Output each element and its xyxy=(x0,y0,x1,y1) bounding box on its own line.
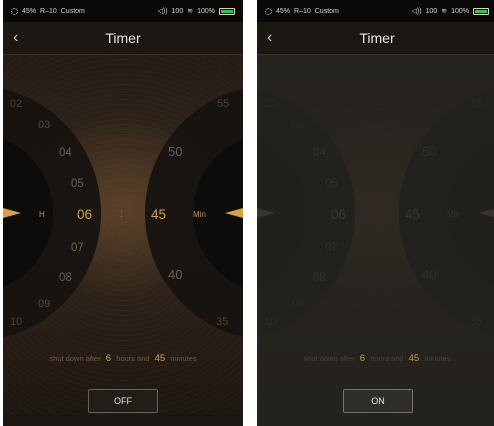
status-bar: 45% R–10 Custom ◁)) 100 ≋ 100% xyxy=(257,0,494,22)
status-bar: 45% R–10 Custom ◁)) 100 ≋ 100% xyxy=(3,0,243,22)
title-bar: ‹ Timer xyxy=(257,22,494,55)
minute-option[interactable]: 55 xyxy=(217,98,229,110)
summary-prefix: shut down after xyxy=(303,354,355,363)
hour-option[interactable]: 08 xyxy=(59,272,72,284)
summary-suffix: minutes xyxy=(170,354,197,363)
brightness-icon xyxy=(11,7,18,15)
wifi-icon: ≋ xyxy=(441,8,448,15)
summary-middle: hours and xyxy=(116,354,150,363)
summary-middle: hours and xyxy=(370,354,404,363)
hour-option[interactable]: 03 xyxy=(38,119,50,131)
hour-option[interactable]: 07 xyxy=(71,242,84,254)
time-separator: : xyxy=(120,208,123,220)
battery-icon xyxy=(219,7,235,15)
status-battery-percent: 45% xyxy=(276,7,291,15)
hour-option[interactable]: 09 xyxy=(38,298,50,310)
minute-selected[interactable]: 45 xyxy=(151,207,166,222)
off-button[interactable]: OFF xyxy=(88,389,158,413)
minute-option[interactable]: 35 xyxy=(216,316,228,328)
status-eq-mode: Custom xyxy=(314,7,339,15)
hour-unit-label: H xyxy=(39,210,45,219)
summary-prefix: shut down after xyxy=(49,354,101,363)
wifi-icon: ≋ xyxy=(187,8,194,15)
summary-suffix: minutes xyxy=(424,354,451,363)
timer-dials: 02 03 04 05 06 07 08 09 10 H : 55 50 45 … xyxy=(3,85,243,341)
hour-wheel[interactable]: 02 03 04 05 06 07 08 09 10 H xyxy=(3,85,101,341)
status-preset: R–10 xyxy=(294,7,311,15)
status-preset: R–10 xyxy=(40,7,57,15)
status-eq-mode: Custom xyxy=(60,7,85,15)
back-icon[interactable]: ‹ xyxy=(267,29,272,47)
minute-option[interactable]: 50 xyxy=(168,144,182,159)
page-title: Timer xyxy=(105,30,141,46)
summary-hours: 6 xyxy=(359,353,366,364)
shutdown-summary: shut down after 6 hours and 45 minutes xyxy=(3,353,243,364)
status-battery: 100% xyxy=(197,7,215,15)
hour-option[interactable]: 10 xyxy=(10,316,22,328)
summary-minutes: 45 xyxy=(408,353,420,364)
battery-icon xyxy=(473,7,489,15)
summary-minutes: 45 xyxy=(154,353,166,364)
back-icon[interactable]: ‹ xyxy=(13,29,18,47)
hour-option[interactable]: 04 xyxy=(59,147,72,159)
hour-option[interactable]: 05 xyxy=(71,178,84,190)
status-battery: 100% xyxy=(451,7,469,15)
page-title: Timer xyxy=(359,30,395,46)
summary-hours: 6 xyxy=(105,353,112,364)
volume-icon: ◁)) xyxy=(157,8,168,15)
timer-screen-active: 45% R–10 Custom ◁)) 100 ≋ 100% ‹ Timer 0… xyxy=(3,0,243,426)
status-battery-percent: 45% xyxy=(22,7,37,15)
shutdown-summary: shut down after 6 hours and 45 minutes xyxy=(257,353,494,364)
title-bar: ‹ Timer xyxy=(3,22,243,55)
status-volume: 100 xyxy=(171,7,184,15)
volume-icon: ◁)) xyxy=(411,8,422,15)
brightness-icon xyxy=(265,7,272,15)
minute-unit-label: Min xyxy=(193,210,206,219)
hour-option[interactable]: 02 xyxy=(10,98,22,110)
status-volume: 100 xyxy=(425,7,438,15)
disabled-overlay xyxy=(257,55,494,426)
hour-selected[interactable]: 06 xyxy=(77,207,92,222)
on-button[interactable]: ON xyxy=(343,389,413,413)
minute-wheel[interactable]: 55 50 45 40 35 Min xyxy=(145,85,243,341)
timer-screen-disabled: 45% R–10 Custom ◁)) 100 ≋ 100% ‹ Timer 0… xyxy=(257,0,494,426)
minute-option[interactable]: 40 xyxy=(168,267,182,282)
